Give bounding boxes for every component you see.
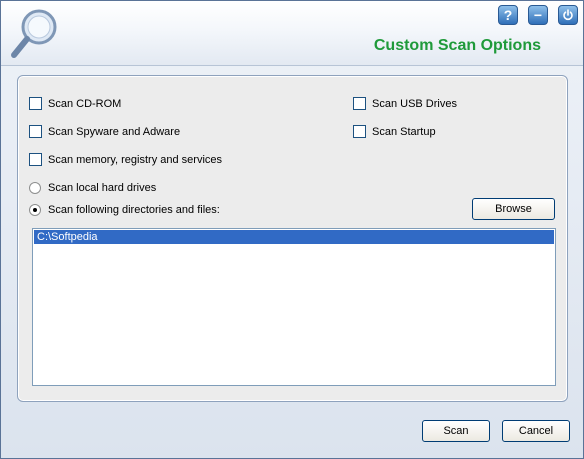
power-icon (563, 9, 573, 21)
list-item[interactable]: C:\Softpedia (34, 230, 554, 244)
cancel-label: Cancel (518, 425, 554, 437)
usb-checkbox[interactable] (353, 97, 366, 110)
browse-label: Browse (495, 203, 532, 215)
browse-button[interactable]: Browse (472, 198, 555, 220)
memory-label: Scan memory, registry and services (48, 153, 223, 166)
help-icon: ? (503, 7, 513, 23)
cdrom-label: Scan CD-ROM (48, 97, 122, 110)
following-radio[interactable] (29, 204, 41, 216)
local-label: Scan local hard drives (48, 182, 157, 194)
paths-list[interactable]: C:\Softpedia (32, 228, 556, 386)
cancel-button[interactable]: Cancel (502, 420, 570, 442)
following-label: Scan following directories and files: (48, 204, 220, 216)
usb-label: Scan USB Drives (372, 97, 457, 110)
close-button[interactable] (558, 5, 578, 25)
options-panel: Scan CD-ROM Scan USB Drives Scan Spyware… (17, 75, 568, 402)
option-startup[interactable]: Scan Startup (353, 125, 436, 138)
option-spyware[interactable]: Scan Spyware and Adware (29, 125, 180, 138)
option-cdrom[interactable]: Scan CD-ROM (29, 97, 121, 110)
spyware-label: Scan Spyware and Adware (48, 125, 181, 138)
page-title: Custom Scan Options (373, 37, 541, 54)
local-radio[interactable] (29, 182, 41, 194)
header-bar: Custom Scan Options ? − (1, 1, 583, 66)
memory-checkbox[interactable] (29, 153, 42, 166)
scan-button[interactable]: Scan (422, 420, 490, 442)
option-memory[interactable]: Scan memory, registry and services (29, 153, 222, 166)
magnifier-icon (11, 9, 57, 58)
path-text: C:\Softpedia (37, 231, 98, 243)
option-usb[interactable]: Scan USB Drives (353, 97, 457, 110)
custom-scan-window: Custom Scan Options ? − Scan CD-ROM Scan… (0, 0, 584, 459)
minimize-icon: − (533, 7, 543, 23)
help-button[interactable]: ? (498, 5, 518, 25)
startup-checkbox[interactable] (353, 125, 366, 138)
startup-label: Scan Startup (372, 125, 436, 138)
cdrom-checkbox[interactable] (29, 97, 42, 110)
minimize-button[interactable]: − (528, 5, 548, 25)
scan-label: Scan (443, 425, 469, 437)
target-local[interactable]: Scan local hard drives (29, 182, 156, 194)
spyware-checkbox[interactable] (29, 125, 42, 138)
target-following[interactable]: Scan following directories and files: (29, 204, 220, 216)
